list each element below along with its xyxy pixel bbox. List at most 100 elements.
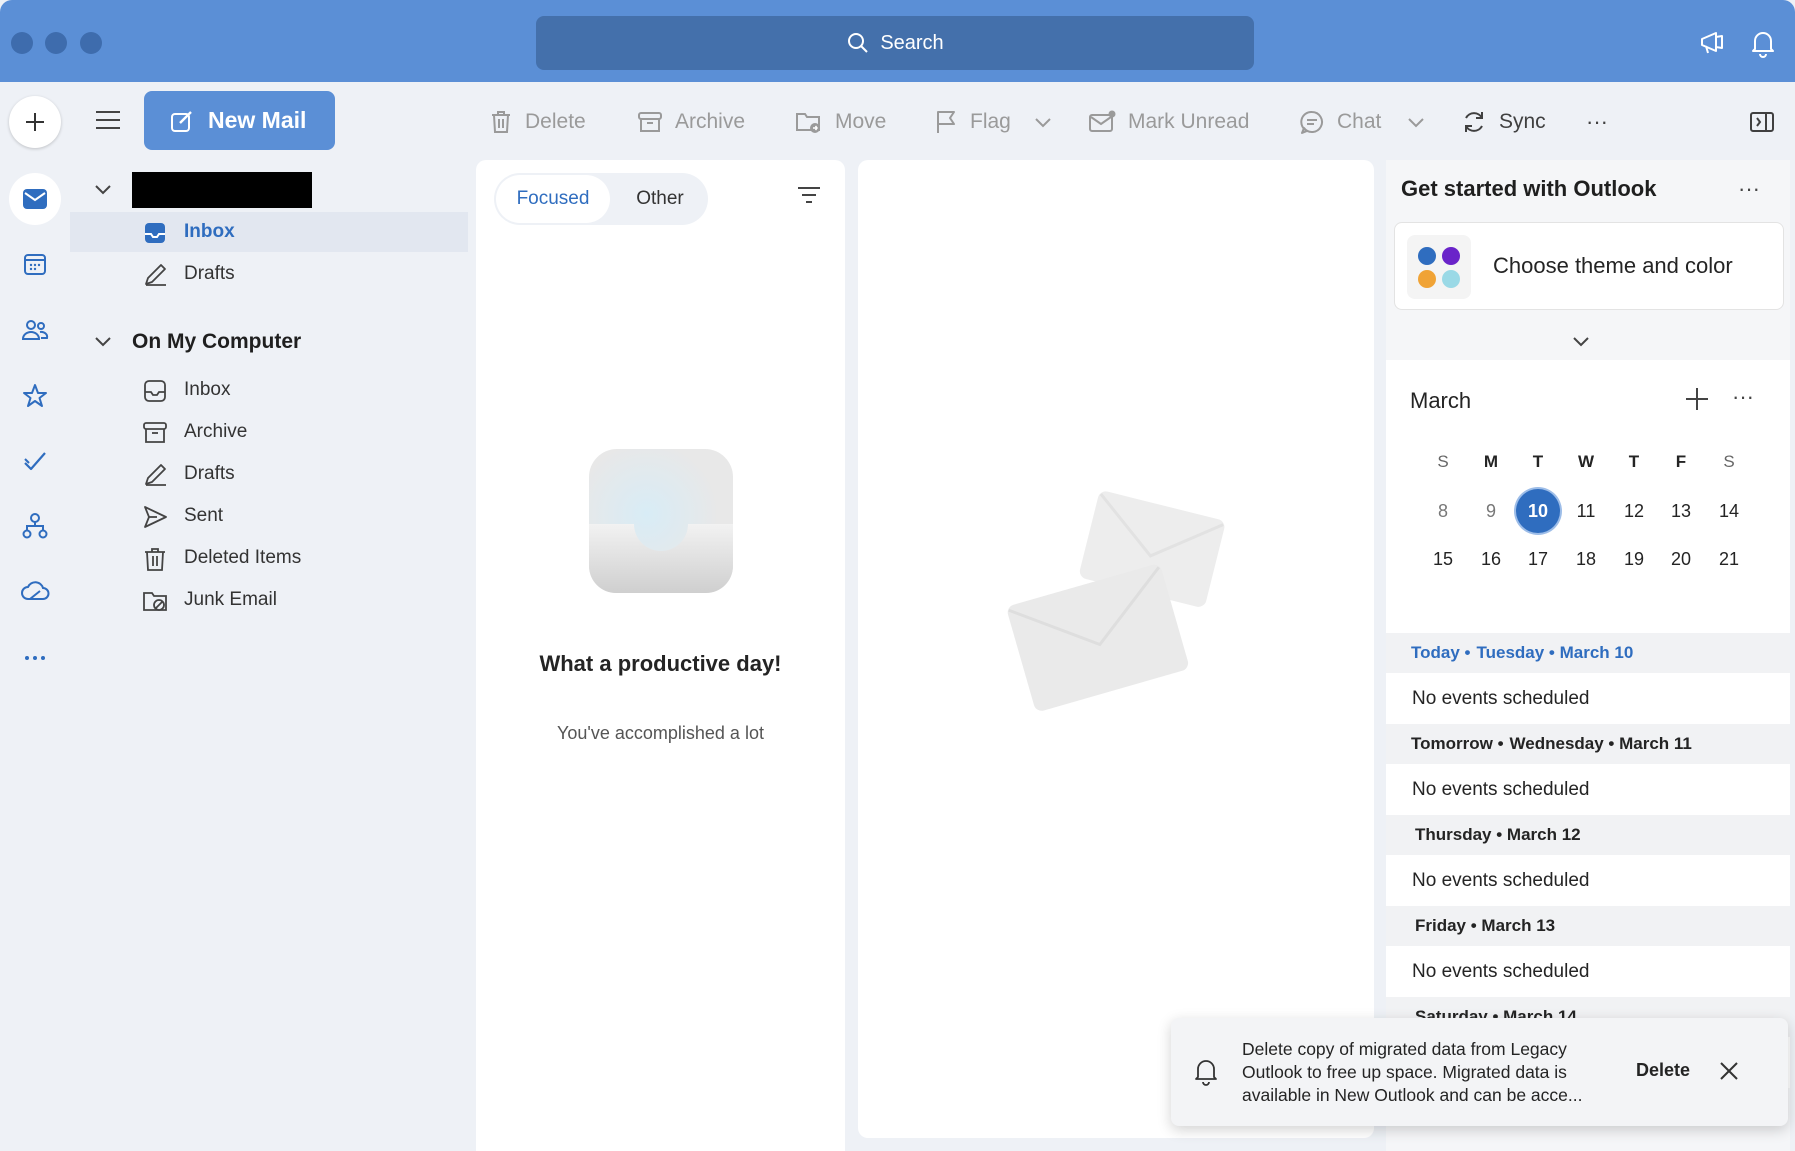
star-icon [23, 384, 47, 407]
empty-state-title: What a productive day! [539, 651, 782, 676]
org-app-button[interactable] [15, 506, 55, 546]
close-window-button[interactable] [11, 32, 33, 54]
agenda-date-label: Tuesday • March 10 [1476, 643, 1634, 662]
checkmark-icon [24, 452, 46, 471]
search-label: Search [880, 31, 944, 54]
mail-app-button[interactable] [9, 173, 61, 225]
plus-icon [1686, 388, 1708, 410]
getting-started-more-button[interactable]: ··· [1738, 176, 1760, 202]
new-item-button[interactable] [9, 96, 61, 148]
archive-button[interactable]: Archive [637, 104, 745, 140]
flag-label: Flag [970, 110, 1011, 133]
delete-button[interactable]: Delete [489, 104, 586, 140]
people-app-button[interactable] [15, 310, 55, 350]
agenda-empty-row: No events scheduled [1386, 946, 1790, 997]
collapse-pane-button[interactable] [1749, 104, 1775, 140]
zoom-window-button[interactable] [80, 32, 102, 54]
agenda-day-header: Friday • March 13 [1386, 906, 1790, 946]
empty-state-subtitle: You've accomplished a lot [557, 723, 764, 743]
add-event-button[interactable] [1684, 386, 1710, 412]
folder-local-inbox[interactable]: Inbox [70, 370, 468, 410]
mark-unread-button[interactable]: Mark Unread [1088, 104, 1249, 140]
folder-inbox[interactable]: Inbox [70, 212, 468, 252]
calendar-day[interactable]: 14 [1707, 489, 1751, 533]
calendar-day[interactable]: 19 [1612, 537, 1656, 581]
folder-local-junk[interactable]: Junk Email [70, 580, 468, 620]
onedrive-app-button[interactable] [15, 571, 55, 611]
agenda-date-label: Thursday • March 12 [1415, 825, 1581, 844]
folder-label: Deleted Items [184, 547, 302, 568]
calendar-day[interactable]: 16 [1469, 537, 1513, 581]
calendar-day[interactable]: 20 [1659, 537, 1703, 581]
tab-other[interactable]: Other [614, 175, 706, 223]
theme-card[interactable]: Choose theme and color [1394, 222, 1784, 310]
calendar-day[interactable]: 11 [1564, 489, 1608, 533]
calendar-day[interactable]: 17 [1516, 537, 1560, 581]
toast-delete-button[interactable]: Delete [1636, 1060, 1690, 1081]
delete-label: Delete [525, 110, 586, 133]
search-box[interactable]: Search [536, 16, 1254, 70]
agenda-relative-label: Tomorrow • [1411, 734, 1504, 753]
bell-icon[interactable] [1748, 28, 1778, 58]
weekday-label: F [1675, 452, 1687, 471]
favorites-app-button[interactable] [15, 376, 55, 416]
chat-label: Chat [1337, 110, 1382, 133]
archive-icon [143, 422, 167, 443]
folder-label: Drafts [184, 263, 235, 284]
calendar-more-button[interactable]: ··· [1732, 384, 1754, 410]
on-my-computer-header[interactable]: On My Computer [94, 330, 301, 354]
folder-label: Archive [184, 421, 248, 442]
calendar-day[interactable]: 8 [1421, 489, 1465, 533]
hamburger-menu-button[interactable] [92, 106, 124, 134]
cloud-icon [21, 581, 50, 600]
folder-local-archive[interactable]: Archive [70, 412, 468, 452]
megaphone-icon[interactable] [1698, 28, 1728, 58]
mark-unread-icon [1089, 110, 1116, 132]
tab-focused[interactable]: Focused [496, 175, 610, 223]
folder-local-deleted[interactable]: Deleted Items [70, 538, 468, 578]
calendar-day-today[interactable]: 10 [1516, 489, 1560, 533]
flag-button[interactable]: Flag [934, 104, 1011, 140]
move-folder-icon [796, 113, 820, 133]
new-mail-button[interactable]: New Mail [144, 91, 335, 150]
sync-button[interactable]: Sync [1461, 104, 1546, 140]
search-icon [846, 31, 870, 55]
account-header[interactable] [94, 172, 312, 208]
more-icon: ··· [1586, 109, 1608, 134]
flag-icon [937, 111, 955, 133]
folder-local-sent[interactable]: Sent [70, 496, 468, 536]
folder-drafts[interactable]: Drafts [70, 254, 468, 294]
minimize-window-button[interactable] [45, 32, 67, 54]
calendar-day[interactable]: 12 [1612, 489, 1656, 533]
flag-dropdown-button[interactable] [1034, 104, 1052, 140]
chevron-down-icon [95, 185, 111, 195]
palette-dot [1418, 247, 1436, 265]
toast-close-button[interactable] [1718, 1060, 1740, 1082]
mark-unread-label: Mark Unread [1128, 110, 1250, 133]
calendar-day[interactable]: 21 [1707, 537, 1751, 581]
agenda-relative-label: Today • [1411, 643, 1471, 662]
palette-dot [1442, 247, 1460, 265]
more-apps-button[interactable] [15, 638, 55, 678]
move-button[interactable]: Move [795, 104, 886, 140]
filter-button[interactable] [796, 184, 822, 206]
calendar-app-button[interactable] [15, 244, 55, 284]
folder-local-drafts[interactable]: Drafts [70, 454, 468, 494]
calendar-day[interactable]: 9 [1469, 489, 1513, 533]
toolbar-more-button[interactable]: ··· [1586, 104, 1608, 140]
calendar-day[interactable]: 13 [1659, 489, 1703, 533]
getting-started-expand-button[interactable] [1571, 336, 1591, 348]
mail-icon [23, 189, 47, 209]
compose-icon [171, 110, 192, 132]
calendar-day[interactable]: 18 [1564, 537, 1608, 581]
calendar-day[interactable]: 15 [1421, 537, 1465, 581]
chat-dropdown-button[interactable] [1407, 104, 1425, 140]
folder-label: Sent [184, 505, 224, 526]
agenda-empty-row: No events scheduled [1386, 673, 1790, 724]
trash-icon [145, 548, 165, 571]
people-icon [21, 320, 49, 340]
chat-button[interactable]: Chat [1299, 104, 1381, 140]
todo-app-button[interactable] [15, 441, 55, 481]
archive-label: Archive [675, 110, 746, 133]
migration-toast: Delete copy of migrated data from Legacy… [1171, 1018, 1788, 1126]
